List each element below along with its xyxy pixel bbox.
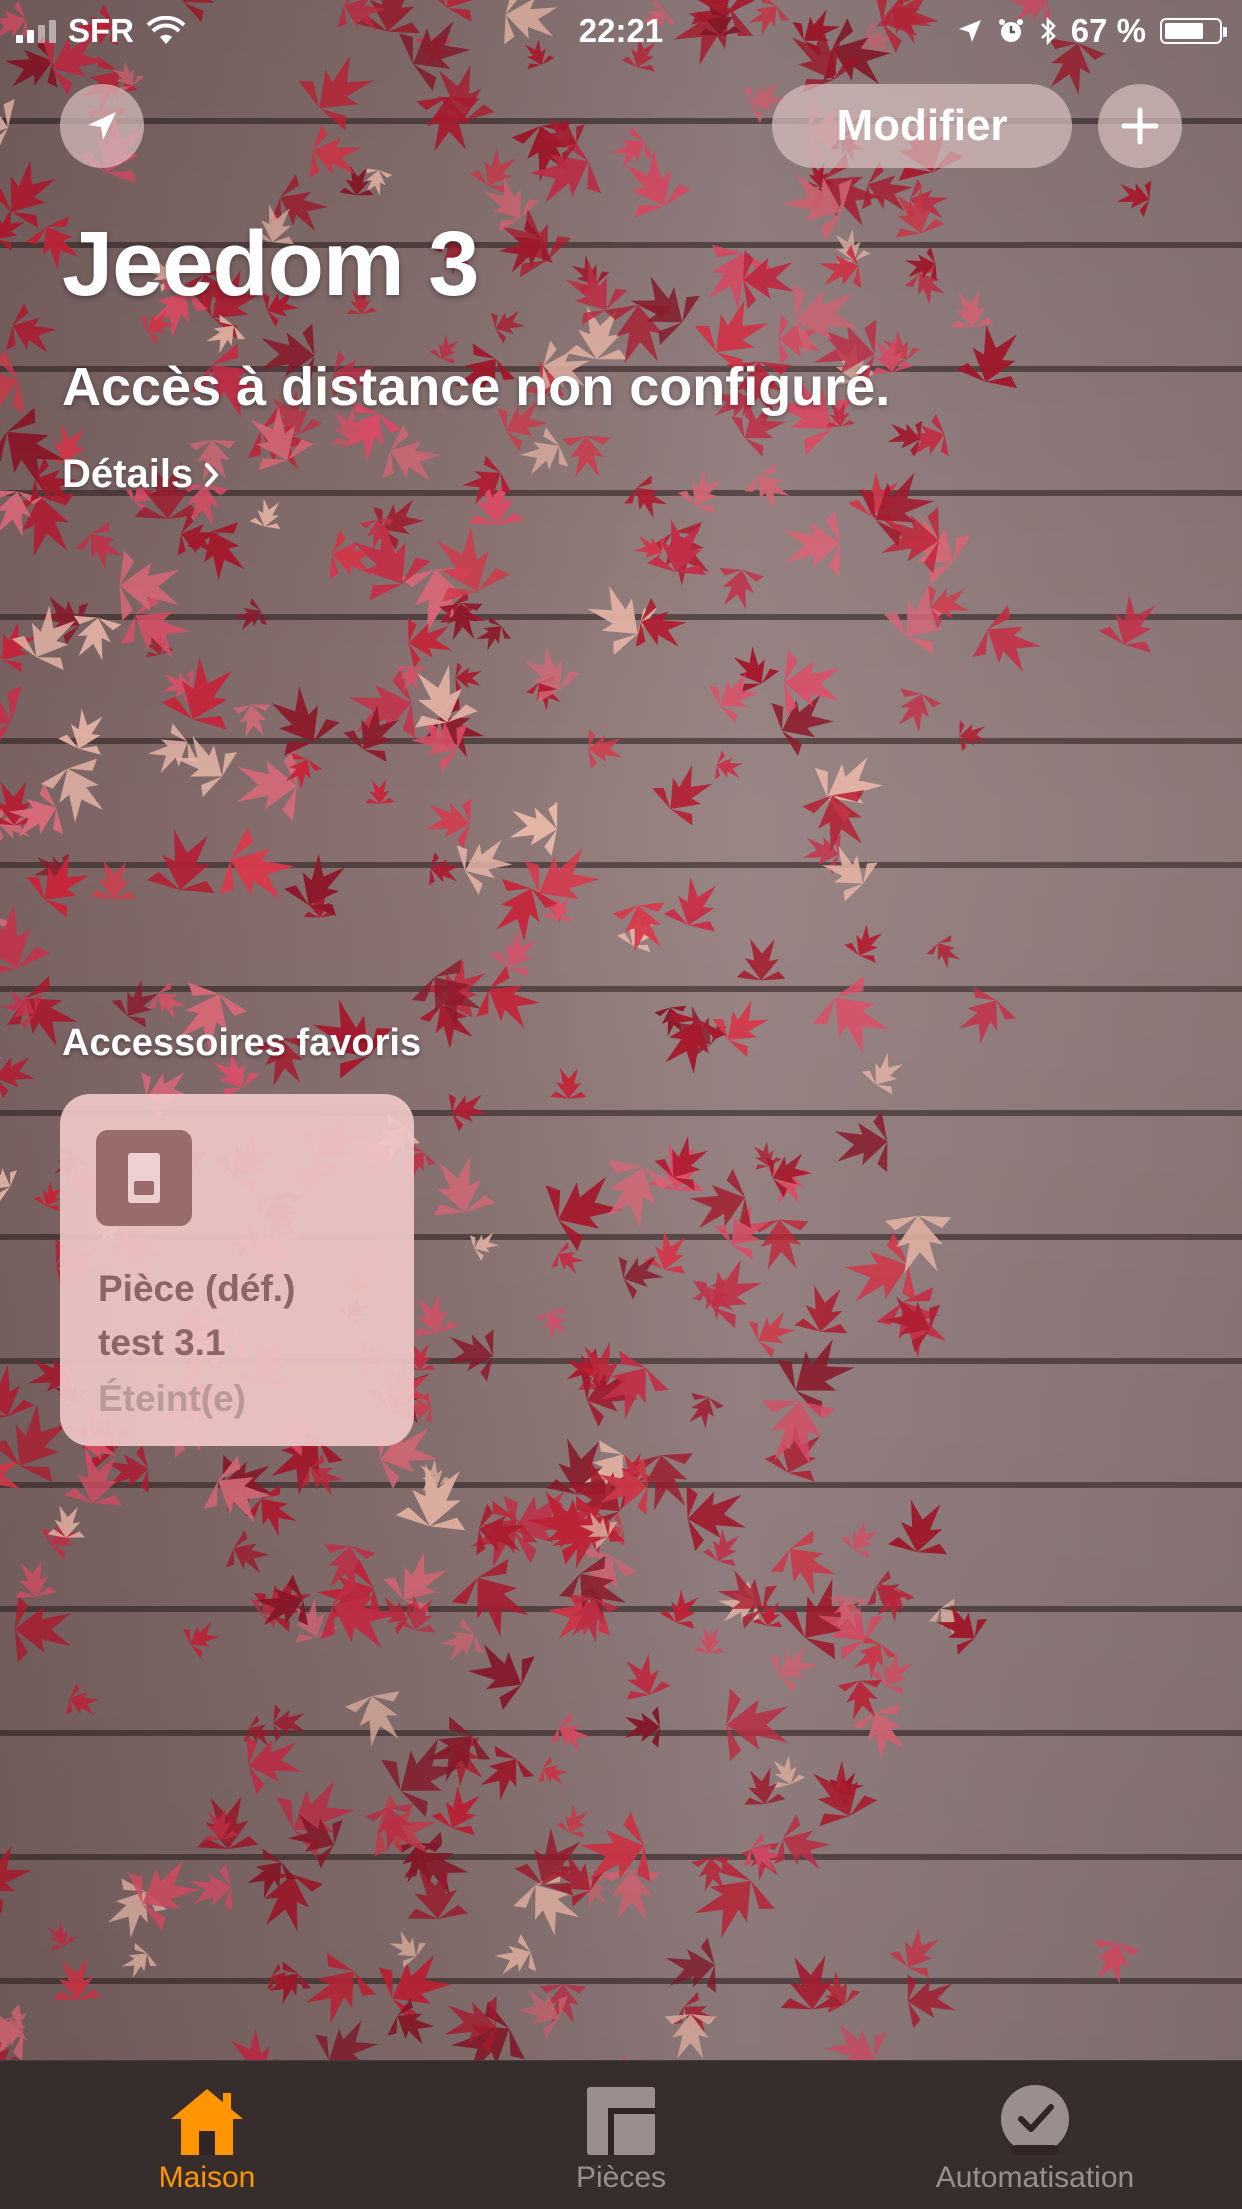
home-title: Jeedom 3: [62, 213, 479, 315]
battery-percent: 67 %: [1070, 12, 1146, 49]
accessory-room: Pièce (déf.): [98, 1268, 296, 1309]
location-arrow-icon: [88, 112, 116, 140]
alarm-icon: [998, 19, 1023, 42]
house-icon: [171, 2089, 243, 2155]
bluetooth-icon: [1040, 16, 1056, 46]
favorites-section-title: Accessoires favoris: [62, 1022, 422, 1064]
tab-label-maison: Maison: [158, 2161, 256, 2194]
chevron-right-icon: [205, 462, 219, 487]
accessory-name: test 3.1: [98, 1322, 226, 1363]
tab-label-pieces: Pièces: [575, 2161, 667, 2194]
tab-pieces[interactable]: Pièces: [414, 2061, 828, 2209]
tab-label-automatisation: Automatisation: [935, 2161, 1135, 2194]
accessory-tile[interactable]: Pièce (déf.) test 3.1 Éteint(e): [60, 1094, 414, 1446]
tab-maison[interactable]: Maison: [0, 2061, 414, 2209]
plus-icon: [1121, 107, 1159, 145]
tab-bar: Maison Pièces Automatisation: [0, 2060, 1242, 2209]
details-link[interactable]: Détails: [62, 452, 221, 497]
switch-accessory-icon: [96, 1130, 192, 1226]
details-label: Détails: [62, 452, 194, 496]
add-button[interactable]: [1098, 84, 1182, 168]
location-button[interactable]: [60, 84, 144, 168]
battery-icon: [1160, 18, 1227, 44]
automation-clock-icon: [1001, 2085, 1069, 2155]
status-bar: SFR 22:21 67 %: [0, 0, 1242, 64]
accessory-state: Éteint(e): [98, 1378, 246, 1419]
edit-button[interactable]: Modifier: [772, 84, 1072, 168]
tab-automatisation[interactable]: Automatisation: [828, 2061, 1242, 2209]
rooms-icon: [587, 2087, 655, 2155]
remote-access-notice: Accès à distance non configuré.: [62, 357, 891, 417]
location-arrow-icon: [958, 20, 981, 42]
